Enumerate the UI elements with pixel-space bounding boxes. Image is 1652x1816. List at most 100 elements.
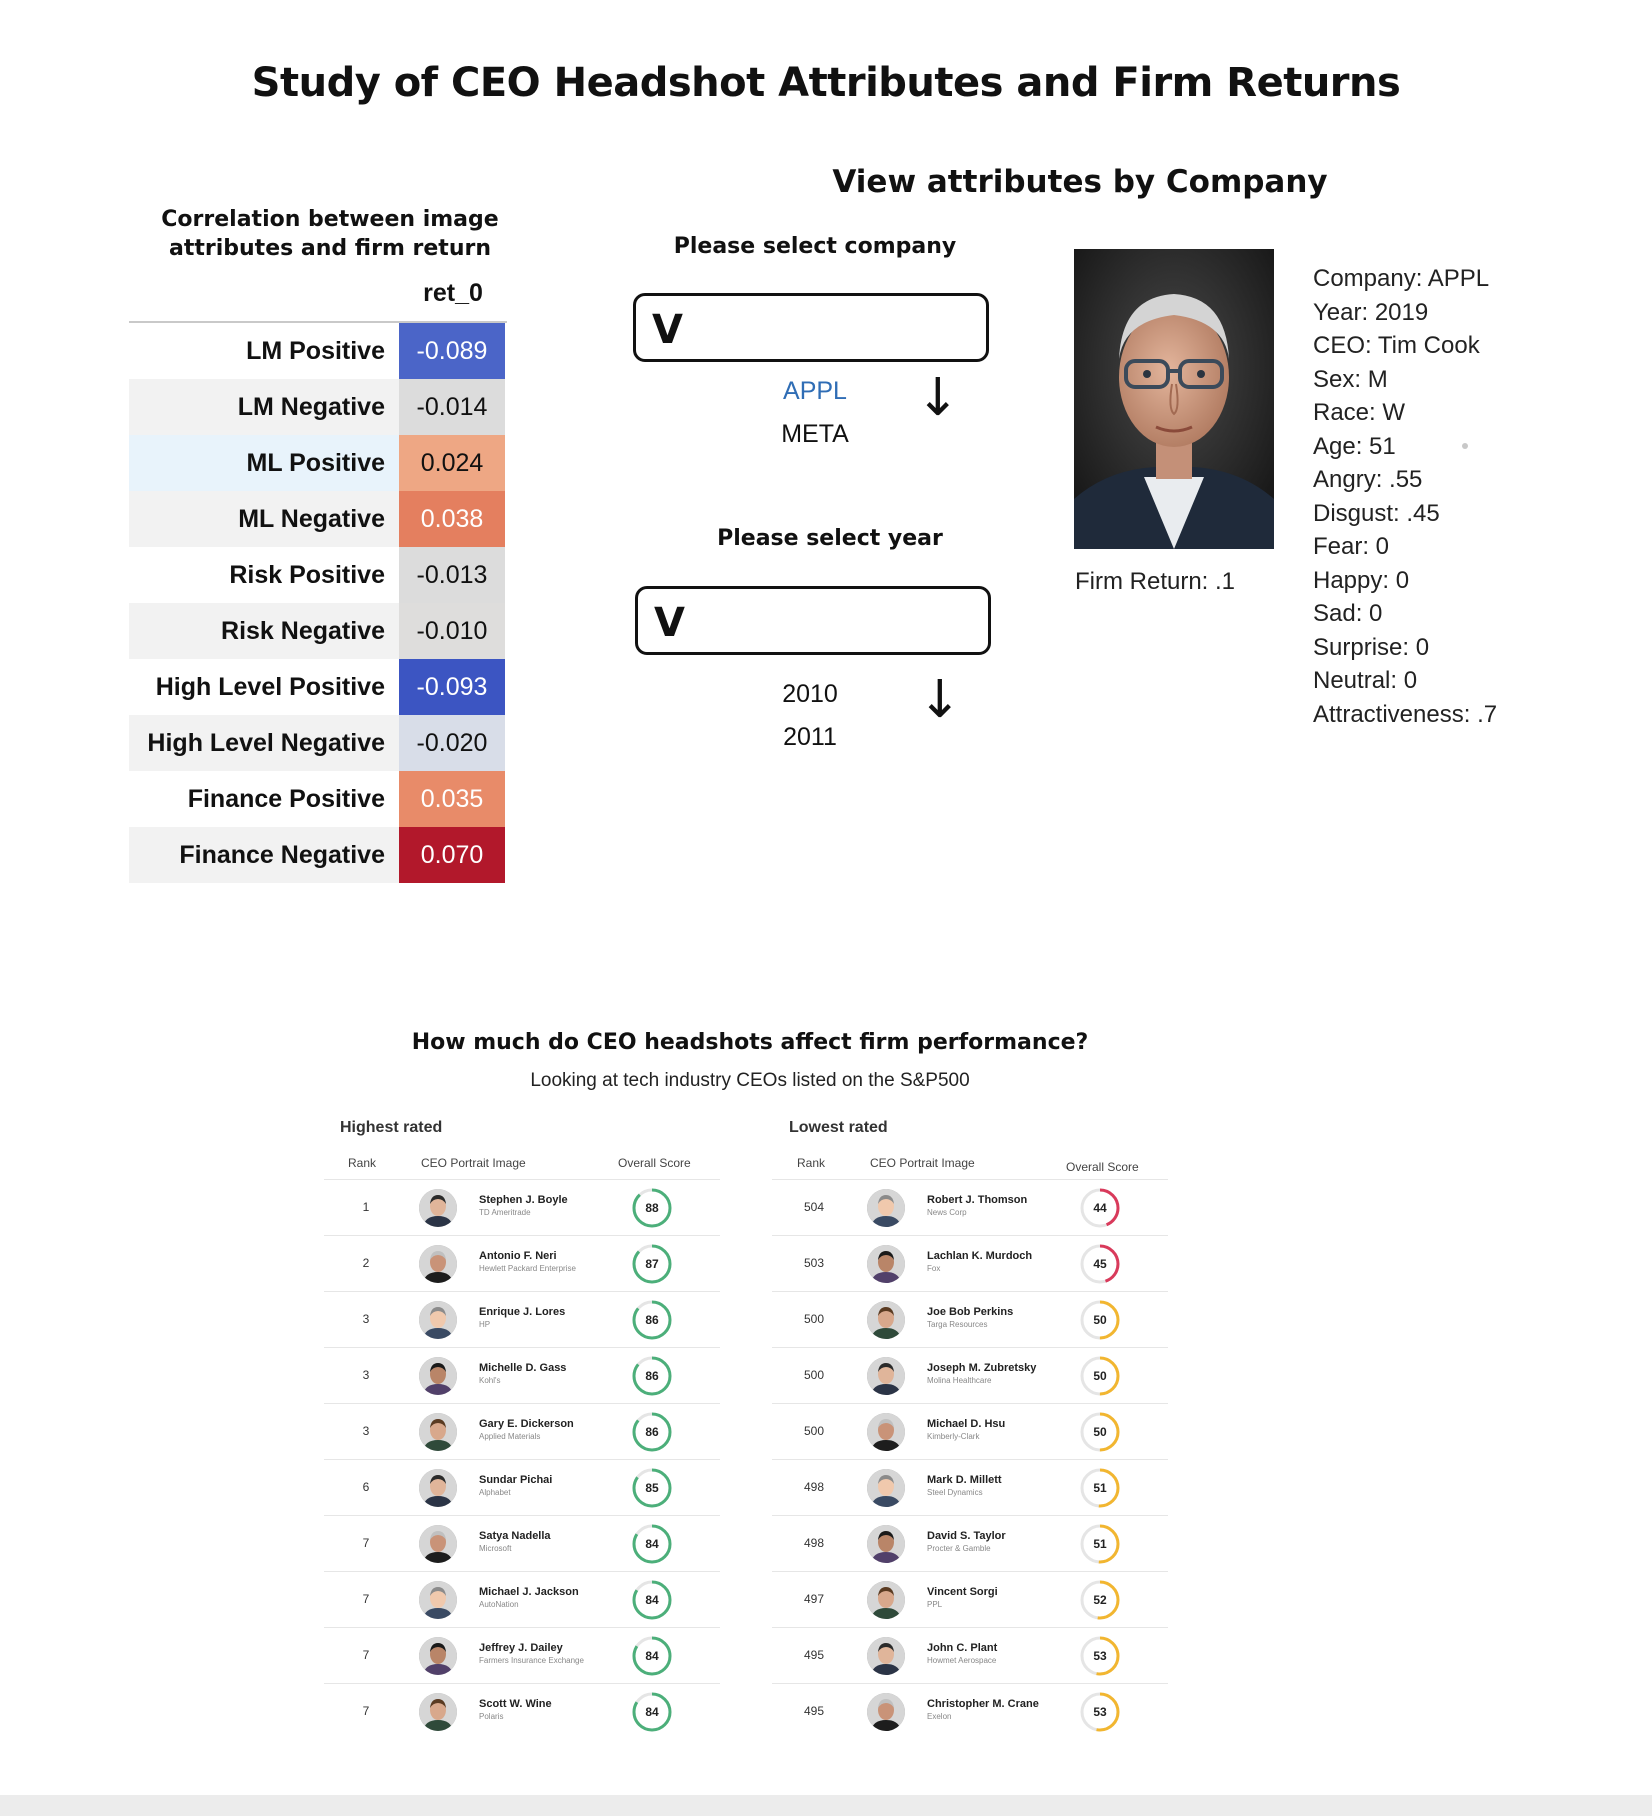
rank-number: 500 — [803, 1368, 825, 1382]
company-view-title: View attributes by Company — [832, 164, 1328, 200]
year-select-value: V — [654, 600, 685, 646]
correlation-row: High Level Positive -0.093 — [129, 659, 507, 715]
correlation-value-cell: 0.035 — [399, 771, 505, 827]
correlation-value-cell: -0.013 — [399, 547, 505, 603]
ceo-name: Vincent Sorgi — [927, 1586, 998, 1598]
ceo-avatar — [419, 1357, 457, 1395]
ranking-row: 7 Michael J. Jackson AutoNation 84 — [324, 1571, 720, 1627]
overall-score: 86 — [645, 1313, 659, 1327]
year-select[interactable]: V — [635, 586, 991, 655]
ranking-row: 500 Michael D. Hsu Kimberly-Clark 50 — [772, 1403, 1168, 1459]
ceo-name: Sundar Pichai — [479, 1474, 553, 1486]
overall-score: 88 — [645, 1201, 659, 1215]
lowest-image-header: CEO Portrait Image — [870, 1156, 975, 1170]
rank-number: 495 — [803, 1704, 825, 1718]
correlation-row-label: High Level Positive — [129, 659, 399, 715]
rankings-subtitle: Looking at tech industry CEOs listed on … — [530, 1070, 970, 1091]
lowest-score-header: Overall Score — [1066, 1160, 1139, 1174]
attribute-item: Age: 51 — [1313, 432, 1396, 460]
overall-score: 86 — [645, 1425, 659, 1439]
rankings-title: How much do CEO headshots affect firm pe… — [411, 1030, 1089, 1055]
year-option-2011[interactable]: 2011 — [735, 723, 885, 752]
ceo-avatar — [419, 1301, 457, 1339]
correlation-row-label: Risk Negative — [129, 603, 399, 659]
ceo-avatar — [419, 1693, 457, 1731]
company-select[interactable]: V — [633, 293, 989, 362]
ceo-name: David S. Taylor — [927, 1530, 1006, 1542]
ranking-row: 500 Joe Bob Perkins Targa Resources 50 — [772, 1291, 1168, 1347]
overall-score: 84 — [645, 1537, 659, 1551]
overall-score: 52 — [1093, 1593, 1107, 1607]
ranking-row: 6 Sundar Pichai Alphabet 85 — [324, 1459, 720, 1515]
correlation-value-cell: -0.010 — [399, 603, 505, 659]
rank-number: 3 — [362, 1368, 370, 1382]
attribute-item: CEO: Tim Cook — [1313, 332, 1480, 359]
ceo-name: John C. Plant — [927, 1642, 998, 1654]
highest-rated-title: Highest rated — [340, 1119, 443, 1136]
correlation-value-cell: -0.093 — [399, 659, 505, 715]
ceo-name: Lachlan K. Murdoch — [927, 1250, 1033, 1262]
highest-rated-table: 1 Stephen J. Boyle TD Ameritrade 88 2 Antonio… — [324, 1179, 720, 1739]
lowest-rated-table: 504 Robert J. Thomson News Corp 44 503 Lachla… — [772, 1179, 1168, 1739]
ceo-avatar — [867, 1693, 905, 1731]
company-option-appl[interactable]: APPL — [740, 377, 890, 406]
ceo-avatar — [867, 1413, 905, 1451]
year-option-2010[interactable]: 2010 — [735, 680, 885, 709]
ceo-name: Christopher M. Crane — [927, 1698, 1039, 1710]
correlation-value-cell: 0.038 — [399, 491, 505, 547]
attribute-item: Disgust: .45 — [1313, 499, 1440, 527]
overall-score: 86 — [645, 1369, 659, 1383]
ceo-company: Exelon — [927, 1712, 952, 1721]
overall-score: 50 — [1093, 1425, 1107, 1439]
ceo-avatar — [419, 1581, 457, 1619]
ceo-name: Scott W. Wine — [479, 1698, 552, 1710]
attribute-item: Fear: 0 — [1313, 533, 1390, 560]
correlation-value-cell: 0.070 — [399, 827, 505, 883]
correlation-row-label: ML Positive — [129, 435, 399, 491]
firm-return: Firm Return: .1 — [1075, 568, 1236, 595]
correlation-title-line1: Correlation between image — [161, 207, 499, 232]
attribute-item: Happy: 0 — [1313, 566, 1410, 594]
overall-score: 51 — [1093, 1481, 1107, 1495]
overall-score: 87 — [645, 1257, 659, 1271]
ceo-avatar — [867, 1245, 905, 1283]
overall-score: 45 — [1093, 1257, 1107, 1271]
attribute-item: Surprise: 0 — [1313, 633, 1430, 661]
overall-score: 44 — [1093, 1201, 1107, 1215]
overall-score: 53 — [1093, 1649, 1107, 1663]
lowest-rated-title: Lowest rated — [789, 1119, 888, 1136]
company-select-value: V — [652, 307, 683, 353]
correlation-row: Finance Positive 0.035 — [129, 771, 507, 827]
highest-image-header: CEO Portrait Image — [421, 1156, 526, 1170]
ceo-name: Satya Nadella — [479, 1530, 551, 1542]
ceo-avatar — [419, 1637, 457, 1675]
company-option-meta[interactable]: META — [740, 420, 890, 449]
ceo-avatar — [419, 1189, 457, 1227]
ceo-name: Michelle D. Gass — [479, 1362, 567, 1374]
ceo-company: Molina Healthcare — [927, 1376, 992, 1385]
ceo-avatar — [867, 1189, 905, 1227]
correlation-row: ML Negative 0.038 — [129, 491, 507, 547]
overall-score: 50 — [1093, 1369, 1107, 1383]
overall-score: 84 — [645, 1593, 659, 1607]
correlation-value-cell: -0.020 — [399, 715, 505, 771]
correlation-title: Correlation between image attributes and… — [140, 205, 520, 263]
correlation-row-label: ML Negative — [129, 491, 399, 547]
ceo-name: Gary E. Dickerson — [479, 1418, 574, 1430]
ranking-row: 497 Vincent Sorgi PPL 52 — [772, 1571, 1168, 1627]
ceo-company: TD Ameritrade — [479, 1208, 531, 1217]
correlation-row-label: LM Positive — [129, 323, 399, 379]
overall-score: 85 — [645, 1481, 659, 1495]
attribute-list: Company: APPL Year: 2019 CEO: Tim Cook Sex:… — [1313, 262, 1497, 731]
ceo-name: Antonio F. Neri — [479, 1250, 557, 1262]
attribute-item: Year: 2019 — [1313, 298, 1429, 326]
ceo-name: Mark D. Millett — [927, 1474, 1002, 1486]
ceo-avatar — [867, 1637, 905, 1675]
ceo-company: Fox — [927, 1264, 941, 1273]
ceo-company: Microsoft — [479, 1544, 512, 1553]
attribute-item: Company: APPL — [1313, 265, 1490, 292]
rank-number: 7 — [362, 1704, 370, 1718]
ceo-avatar — [419, 1413, 457, 1451]
ranking-row: 498 David S. Taylor Procter & Gamble 51 — [772, 1515, 1168, 1571]
ceo-name: Stephen J. Boyle — [479, 1194, 568, 1206]
